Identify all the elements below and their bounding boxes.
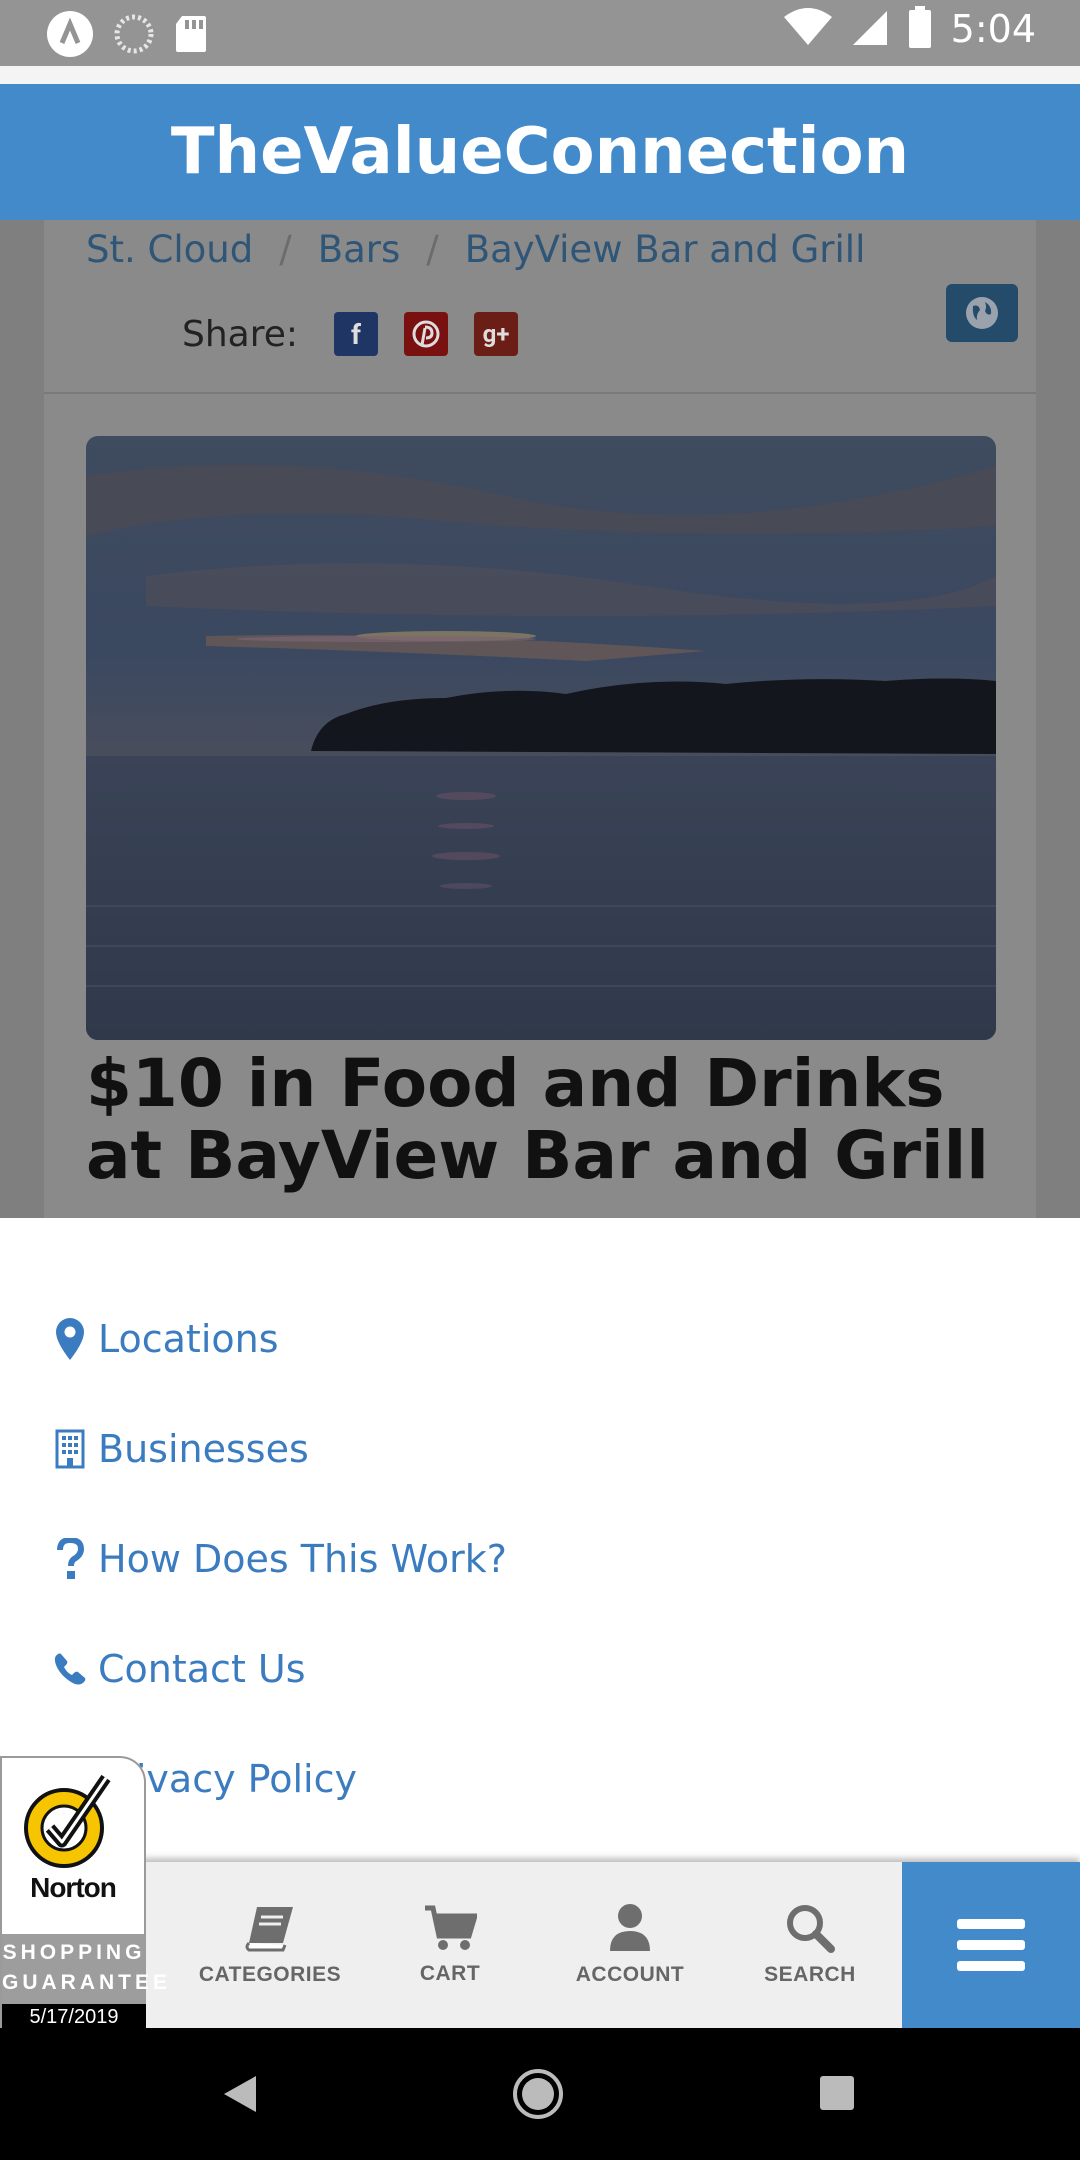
hamburger-icon [957, 1919, 1025, 1971]
clock: 5:04 [950, 7, 1036, 51]
nav-label: SEARCH [764, 1963, 856, 1986]
home-icon[interactable] [512, 2068, 564, 2120]
breadcrumb-separator: / [426, 228, 439, 271]
navigation-menu: Locations Businesses How Does This Work?… [0, 1218, 1080, 1866]
nav-cart[interactable]: CART [360, 1862, 540, 2028]
nav-account[interactable]: ACCOUNT [540, 1862, 720, 2028]
question-icon [52, 1536, 88, 1582]
google-plus-icon[interactable]: g+ [474, 312, 519, 356]
norton-checkmark-icon [24, 1774, 111, 1868]
system-navigation-bar [0, 2028, 1080, 2160]
breadcrumb: St. Cloud / Bars / BayView Bar and Grill [86, 228, 865, 271]
share-bar: Share: f g+ [182, 312, 519, 356]
user-icon [610, 1904, 650, 1951]
breadcrumb-category[interactable]: Bars [318, 228, 401, 271]
norton-guarantee-line: GUARANTEE [2, 1971, 172, 1994]
hero-image [86, 436, 996, 1040]
menu-item-how-it-works[interactable]: How Does This Work? [52, 1536, 507, 1582]
menu-item-label: Contact Us [98, 1647, 306, 1691]
menu-toggle-button[interactable] [902, 1862, 1080, 2028]
nav-label: ACCOUNT [575, 1963, 685, 1986]
menu-item-locations[interactable]: Locations [52, 1316, 279, 1362]
nav-categories[interactable]: CATEGORIES [180, 1862, 360, 2028]
app-header: TheValueConnection [0, 84, 1080, 220]
divider [44, 392, 1036, 394]
bottom-navigation: CATEGORIES CART ACCOUNT SEARCH [0, 1862, 1080, 2028]
norton-guarantee-text: SHOPPING GUARANTEE [2, 1934, 172, 2004]
book-icon [245, 1907, 293, 1952]
building-icon [52, 1426, 88, 1472]
menu-item-contact[interactable]: Contact Us [52, 1646, 306, 1692]
site-title[interactable]: TheValueConnection [171, 115, 909, 189]
share-label: Share: [182, 313, 299, 355]
norton-guarantee-line: SHOPPING [2, 1941, 146, 1964]
map-marker-icon [52, 1316, 88, 1362]
deal-title: $10 in Food and Drinks at BayView Bar an… [86, 1045, 989, 1194]
loading-icon [114, 14, 154, 58]
sd-card-icon [174, 14, 208, 58]
pinterest-icon[interactable] [404, 312, 449, 356]
breadcrumb-city[interactable]: St. Cloud [86, 228, 253, 271]
wifi-icon [783, 7, 833, 51]
norton-brand: Norton [30, 1872, 117, 1903]
browser-strip [0, 66, 1080, 84]
nav-label: CATEGORIES [198, 1963, 342, 1986]
menu-item-label: Businesses [98, 1427, 309, 1471]
norton-shopping-guarantee-badge[interactable]: Norton SHOPPING GUARANTEE 5/17/2019 [0, 1756, 172, 2030]
globe-icon [966, 297, 998, 329]
menu-item-label: Locations [98, 1317, 279, 1361]
facebook-icon[interactable]: f [334, 312, 379, 356]
norton-date: 5/17/2019 [2, 2004, 146, 2030]
menu-item-businesses[interactable]: Businesses [52, 1426, 309, 1472]
breadcrumb-business[interactable]: BayView Bar and Grill [465, 228, 866, 271]
nav-label: CART [419, 1962, 481, 1985]
signal-icon [851, 7, 889, 51]
app-launcher-icon [46, 10, 94, 62]
deal-card: St. Cloud / Bars / BayView Bar and Grill… [44, 220, 1036, 1218]
menu-item-label: How Does This Work? [98, 1537, 507, 1581]
cart-icon [425, 1905, 477, 1950]
back-icon[interactable] [222, 2074, 258, 2114]
recents-icon[interactable] [818, 2074, 856, 2112]
nav-search[interactable]: SEARCH [720, 1862, 900, 2028]
page-overlay[interactable]: St. Cloud / Bars / BayView Bar and Grill… [0, 220, 1080, 1218]
battery-icon [907, 6, 933, 52]
search-icon [787, 1905, 835, 1953]
website-globe-button[interactable] [946, 284, 1018, 342]
status-bar: 5:04 [0, 0, 1080, 66]
breadcrumb-separator: / [279, 228, 292, 271]
phone-icon [52, 1646, 88, 1692]
